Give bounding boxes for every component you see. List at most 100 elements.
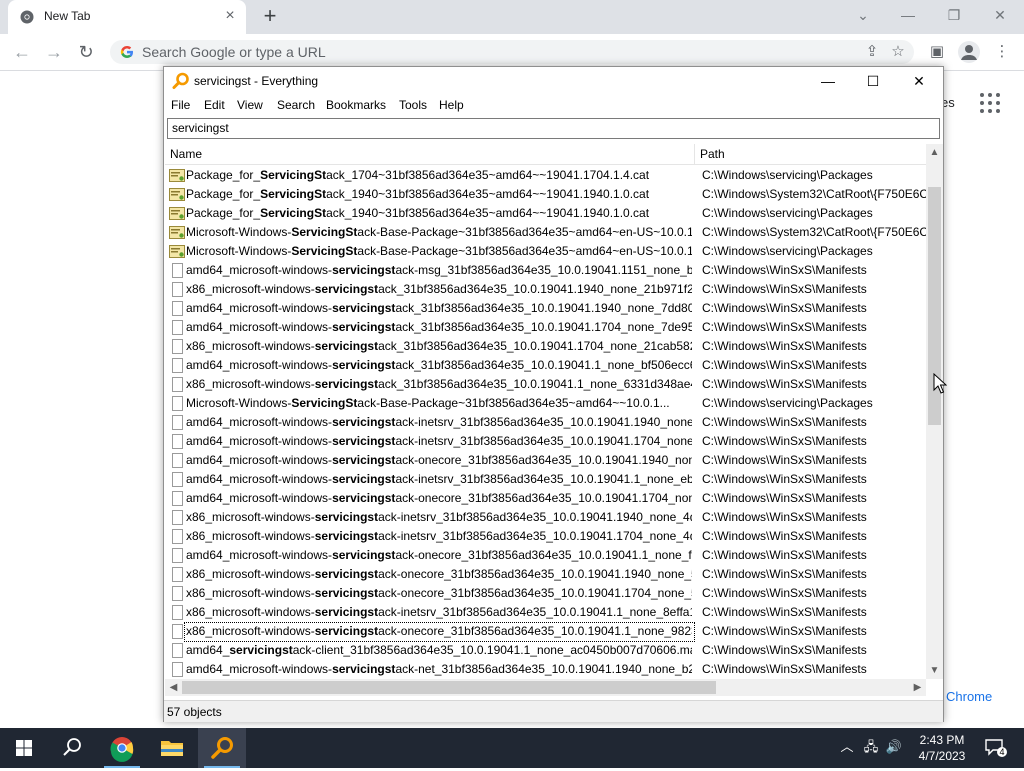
- start-button[interactable]: [0, 728, 48, 768]
- maximize-icon[interactable]: ☐: [850, 67, 896, 95]
- clock[interactable]: 2:43 PM 4/7/2023: [912, 732, 972, 764]
- result-name-prefix: amd64_microsoft-windows-: [186, 301, 333, 315]
- result-row[interactable]: amd64_microsoft-windows-servicingstack_3…: [165, 318, 926, 337]
- result-path: C:\Windows\WinSxS\Manifests: [702, 510, 867, 524]
- result-name-match: servicingst: [332, 415, 396, 429]
- result-name-prefix: Microsoft-Windows-: [186, 396, 292, 410]
- horizontal-scroll-thumb[interactable]: [182, 681, 716, 694]
- result-row[interactable]: Microsoft-Windows-ServicingStack-Base-Pa…: [165, 394, 926, 413]
- result-name-prefix: amd64_microsoft-windows-: [186, 415, 333, 429]
- result-row[interactable]: amd64_microsoft-windows-servicingstack-n…: [165, 660, 926, 679]
- volume-icon[interactable]: 🔊: [885, 738, 903, 756]
- taskbar-file-explorer[interactable]: [148, 728, 196, 768]
- menu-bar: File Edit View Search Bookmarks Tools He…: [164, 95, 943, 117]
- result-row[interactable]: x86_microsoft-windows-servicingstack_31b…: [165, 337, 926, 356]
- minimize-icon[interactable]: —: [805, 67, 851, 95]
- result-row[interactable]: amd64_microsoft-windows-servicingstack-o…: [165, 546, 926, 565]
- menu-edit[interactable]: Edit: [204, 98, 225, 112]
- customize-chrome-link[interactable]: Chrome: [946, 689, 992, 704]
- scroll-left-icon[interactable]: ◀: [165, 679, 182, 696]
- result-row[interactable]: Package_for_ServicingStack_1940~31bf3856…: [165, 185, 926, 204]
- result-name: amd64_microsoft-windows-servicingstack-i…: [186, 415, 692, 429]
- search-box[interactable]: [167, 118, 940, 139]
- result-row[interactable]: amd64_microsoft-windows-servicingstack-i…: [165, 413, 926, 432]
- result-row[interactable]: amd64_microsoft-windows-servicingstack_3…: [165, 356, 926, 375]
- menu-help[interactable]: Help: [439, 98, 464, 112]
- tab-search-icon[interactable]: ⌄: [848, 4, 878, 26]
- menu-file[interactable]: File: [171, 98, 190, 112]
- result-name-match: servicingst: [314, 339, 379, 353]
- result-row[interactable]: Package_for_ServicingStack_1940~31bf3856…: [165, 204, 926, 223]
- menu-bookmarks[interactable]: Bookmarks: [326, 98, 386, 112]
- column-header-path[interactable]: Path: [700, 147, 725, 161]
- everything-titlebar[interactable]: servicingst - Everything — ☐ ✕: [164, 67, 943, 95]
- result-name: Microsoft-Windows-ServicingStack-Base-Pa…: [186, 225, 692, 239]
- file-icon: [172, 434, 183, 449]
- vertical-scrollbar[interactable]: ▲ ▼: [926, 144, 943, 679]
- restore-icon[interactable]: ❐: [939, 4, 969, 26]
- side-panel-icon[interactable]: ▣: [927, 42, 947, 62]
- column-divider[interactable]: [694, 144, 695, 164]
- omnibox[interactable]: Search Google or type a URL: [110, 40, 914, 64]
- tab-new-tab[interactable]: New Tab ×: [8, 0, 246, 34]
- window-title: servicingst - Everything: [194, 74, 319, 88]
- taskbar-chrome[interactable]: [98, 728, 146, 768]
- network-icon[interactable]: 🖧: [862, 738, 880, 756]
- result-row[interactable]: Microsoft-Windows-ServicingStack-Base-Pa…: [165, 223, 926, 242]
- new-tab-button[interactable]: +: [258, 5, 282, 29]
- result-row[interactable]: x86_microsoft-windows-servicingstack-ine…: [165, 527, 926, 546]
- back-icon[interactable]: ←: [10, 40, 34, 64]
- notification-center-icon[interactable]: 4: [984, 738, 1007, 757]
- file-icon: [172, 548, 183, 563]
- scroll-up-icon[interactable]: ▲: [926, 144, 943, 161]
- forward-icon[interactable]: →: [42, 40, 66, 64]
- menu-view[interactable]: View: [237, 98, 263, 112]
- result-name: Microsoft-Windows-ServicingStack-Base-Pa…: [186, 244, 692, 258]
- result-row[interactable]: amd64_microsoft-windows-servicingstack-i…: [165, 470, 926, 489]
- result-row[interactable]: x86_microsoft-windows-servicingstack-one…: [165, 622, 926, 642]
- menu-tools[interactable]: Tools: [399, 98, 427, 112]
- result-name: amd64_microsoft-windows-servicingstack-o…: [186, 548, 692, 562]
- catalog-file-icon: [169, 188, 185, 201]
- result-row[interactable]: x86_microsoft-windows-servicingstack-ine…: [165, 603, 926, 622]
- bookmark-star-icon[interactable]: ☆: [888, 42, 908, 62]
- result-row[interactable]: x86_microsoft-windows-servicingstack_31b…: [165, 375, 926, 394]
- result-row[interactable]: amd64_microsoft-windows-servicingstack-o…: [165, 451, 926, 470]
- horizontal-scrollbar[interactable]: ◀ ▶: [165, 679, 926, 696]
- result-row[interactable]: amd64_microsoft-windows-servicingstack-o…: [165, 489, 926, 508]
- taskbar-everything[interactable]: [198, 728, 246, 768]
- results-list[interactable]: Name Path Package_for_ServicingStack_170…: [165, 144, 926, 679]
- chrome-menu-icon[interactable]: ⋮: [992, 42, 1012, 62]
- result-name-prefix: Microsoft-Windows-: [186, 244, 292, 258]
- apps-grid-icon[interactable]: [980, 93, 1000, 113]
- result-row[interactable]: amd64_microsoft-windows-servicingstack-i…: [165, 432, 926, 451]
- close-tab-icon[interactable]: ×: [222, 8, 238, 24]
- profile-avatar-icon[interactable]: [958, 41, 980, 63]
- show-hidden-icons-icon[interactable]: ︿: [838, 738, 856, 756]
- result-row[interactable]: amd64_microsoft-windows-servicingstack-m…: [165, 261, 926, 280]
- close-window-icon[interactable]: ✕: [985, 4, 1015, 26]
- result-row[interactable]: x86_microsoft-windows-servicingstack-ine…: [165, 508, 926, 527]
- result-row[interactable]: x86_microsoft-windows-servicingstack_31b…: [165, 280, 926, 299]
- scroll-right-icon[interactable]: ▶: [909, 679, 926, 696]
- result-row[interactable]: Microsoft-Windows-ServicingStack-Base-Pa…: [165, 242, 926, 261]
- taskbar-search-button[interactable]: [48, 728, 96, 768]
- minimize-icon[interactable]: —: [893, 4, 923, 26]
- result-name: x86_microsoft-windows-servicingstack_31b…: [186, 339, 692, 353]
- close-icon[interactable]: ✕: [896, 67, 942, 95]
- result-row[interactable]: x86_microsoft-windows-servicingstack-one…: [165, 565, 926, 584]
- result-row[interactable]: x86_microsoft-windows-servicingstack-one…: [165, 584, 926, 603]
- result-row[interactable]: Package_for_ServicingStack_1704~31bf3856…: [165, 166, 926, 185]
- menu-search[interactable]: Search: [277, 98, 315, 112]
- notification-count-badge: 4: [997, 747, 1007, 757]
- share-icon[interactable]: ⇪: [862, 42, 882, 62]
- result-row[interactable]: amd64_microsoft-windows-servicingstack_3…: [165, 299, 926, 318]
- search-icon: [63, 738, 81, 756]
- search-input[interactable]: [168, 119, 932, 136]
- scroll-down-icon[interactable]: ▼: [926, 662, 943, 679]
- result-name-prefix: amd64_microsoft-windows-: [186, 263, 333, 277]
- column-header-name[interactable]: Name: [170, 147, 202, 161]
- result-row[interactable]: amd64_servicingstack-client_31bf3856ad36…: [165, 641, 926, 660]
- result-name-prefix: Package_for_: [186, 168, 261, 182]
- reload-icon[interactable]: ↻: [74, 40, 98, 64]
